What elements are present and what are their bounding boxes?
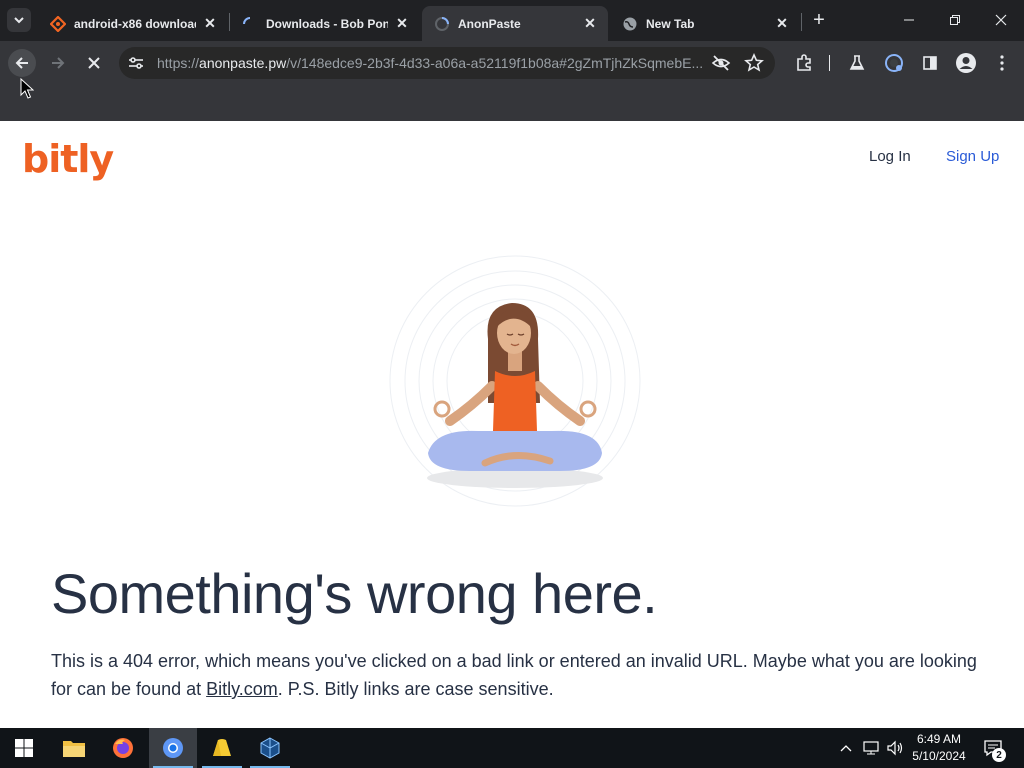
tab-strip: android-x86 download ✕ Downloads - Bob P… — [0, 0, 1024, 41]
windows-start-icon — [15, 739, 33, 757]
back-button[interactable] — [8, 49, 36, 77]
restore-icon — [950, 15, 960, 25]
loading-spinner-icon — [242, 16, 258, 32]
toolbar-divider — [829, 55, 830, 71]
address-bar[interactable]: https://anonpaste.pw/v/148edce9-2b3f-4d3… — [119, 47, 775, 79]
site-settings-icon[interactable] — [127, 54, 145, 72]
file-explorer-button[interactable] — [50, 728, 98, 768]
chrome-button[interactable] — [149, 728, 197, 768]
extension-badge-icon — [885, 54, 903, 72]
virtualbox-button[interactable] — [246, 728, 294, 768]
chevron-up-icon — [840, 745, 852, 752]
system-clock[interactable]: 6:49 AM 5/10/2024 — [905, 731, 973, 765]
error-description: This is a 404 error, which means you've … — [51, 647, 991, 703]
signup-link[interactable]: Sign Up — [946, 148, 999, 165]
bookmark-bar — [0, 85, 1024, 121]
bookmark-star-icon[interactable] — [744, 53, 764, 73]
tab-search-button[interactable] — [7, 8, 31, 32]
error-headline: Something's wrong here. — [51, 562, 658, 625]
close-tab-icon[interactable]: ✕ — [202, 15, 218, 32]
clock-date: 5/10/2024 — [912, 749, 966, 763]
show-hidden-icons-button[interactable] — [836, 728, 856, 768]
bitly-home-link[interactable]: Bitly.com — [206, 679, 278, 699]
restore-button[interactable] — [932, 6, 978, 34]
notes-icon — [213, 739, 231, 756]
loading-spinner-icon — [434, 16, 450, 32]
extensions-button[interactable] — [790, 49, 818, 77]
meditating-woman-illustration — [389, 255, 641, 507]
minimize-icon — [904, 19, 914, 21]
tab-title: New Tab — [646, 16, 695, 31]
minimize-button[interactable] — [886, 6, 932, 34]
tab-separator — [801, 13, 802, 31]
file-explorer-icon — [63, 741, 85, 757]
side-panel-button[interactable] — [916, 49, 944, 77]
close-window-button[interactable] — [978, 6, 1024, 34]
puzzle-piece-icon — [797, 54, 811, 71]
profile-button[interactable] — [952, 49, 980, 77]
bitly-logo[interactable]: bitly — [22, 137, 114, 181]
tab-anonpaste[interactable]: AnonPaste ✕ — [422, 6, 608, 41]
close-tab-icon[interactable]: ✕ — [774, 15, 790, 32]
flask-icon — [849, 55, 865, 70]
start-button[interactable] — [0, 728, 48, 768]
close-tab-icon[interactable]: ✕ — [394, 15, 410, 32]
sourceforge-icon — [50, 15, 66, 32]
avatar-icon — [956, 53, 976, 73]
tab-title: Downloads - Bob Pony — [266, 16, 388, 31]
chevron-down-icon — [14, 17, 24, 24]
tab-title: AnonPaste — [458, 16, 521, 31]
labs-button[interactable] — [843, 49, 871, 77]
side-panel-icon — [923, 56, 937, 70]
clock-time: 6:49 AM — [916, 732, 962, 746]
arrow-left-icon — [15, 57, 28, 69]
chrome-icon — [163, 738, 183, 758]
extension-button[interactable] — [880, 49, 908, 77]
tab-title: android-x86 download — [74, 16, 196, 31]
globe-icon — [622, 16, 638, 32]
windows-taskbar: 6:49 AM 5/10/2024 2 — [0, 728, 1024, 768]
error-description-note: . P.S. Bitly links are case sensitive. — [277, 679, 554, 699]
url-scheme: https:// — [157, 55, 200, 71]
tab-android-x86[interactable]: android-x86 download ✕ — [38, 6, 228, 41]
login-link[interactable]: Log In — [869, 148, 911, 165]
url-path: /v/148edce9-2b3f-4d33-a06a-a52119f1b08a#… — [286, 55, 704, 71]
new-tab-button[interactable]: + — [808, 9, 830, 31]
network-icon — [863, 741, 879, 755]
close-icon — [88, 57, 100, 69]
speaker-icon — [887, 740, 903, 756]
virtualbox-icon — [260, 737, 280, 759]
network-button[interactable] — [860, 728, 882, 768]
tab-downloads-bob-pony[interactable]: Downloads - Bob Pony ✕ — [230, 6, 420, 41]
url-host: anonpaste.pw — [199, 55, 287, 71]
menu-button[interactable] — [988, 49, 1016, 77]
stop-loading-button[interactable] — [80, 49, 108, 77]
notes-button[interactable] — [198, 728, 246, 768]
eye-slash-icon[interactable] — [711, 53, 731, 73]
arrow-right-icon — [52, 57, 65, 69]
forward-button[interactable] — [44, 49, 72, 77]
close-tab-icon[interactable]: ✕ — [582, 15, 598, 32]
browser-toolbar: https://anonpaste.pw/v/148edce9-2b3f-4d3… — [0, 41, 1024, 85]
firefox-button[interactable] — [99, 728, 147, 768]
web-page: bitly Log In Sign Up Something's wrong h… — [0, 121, 1024, 728]
notification-count-badge: 2 — [992, 748, 1006, 762]
close-icon — [995, 14, 1007, 26]
volume-button[interactable] — [884, 728, 906, 768]
url-text[interactable]: https://anonpaste.pw/v/148edce9-2b3f-4d3… — [157, 55, 717, 71]
mouse-cursor-icon — [20, 78, 34, 99]
tab-new-tab[interactable]: New Tab ✕ — [610, 6, 800, 41]
more-vertical-icon — [1000, 55, 1004, 71]
firefox-icon — [113, 738, 133, 758]
